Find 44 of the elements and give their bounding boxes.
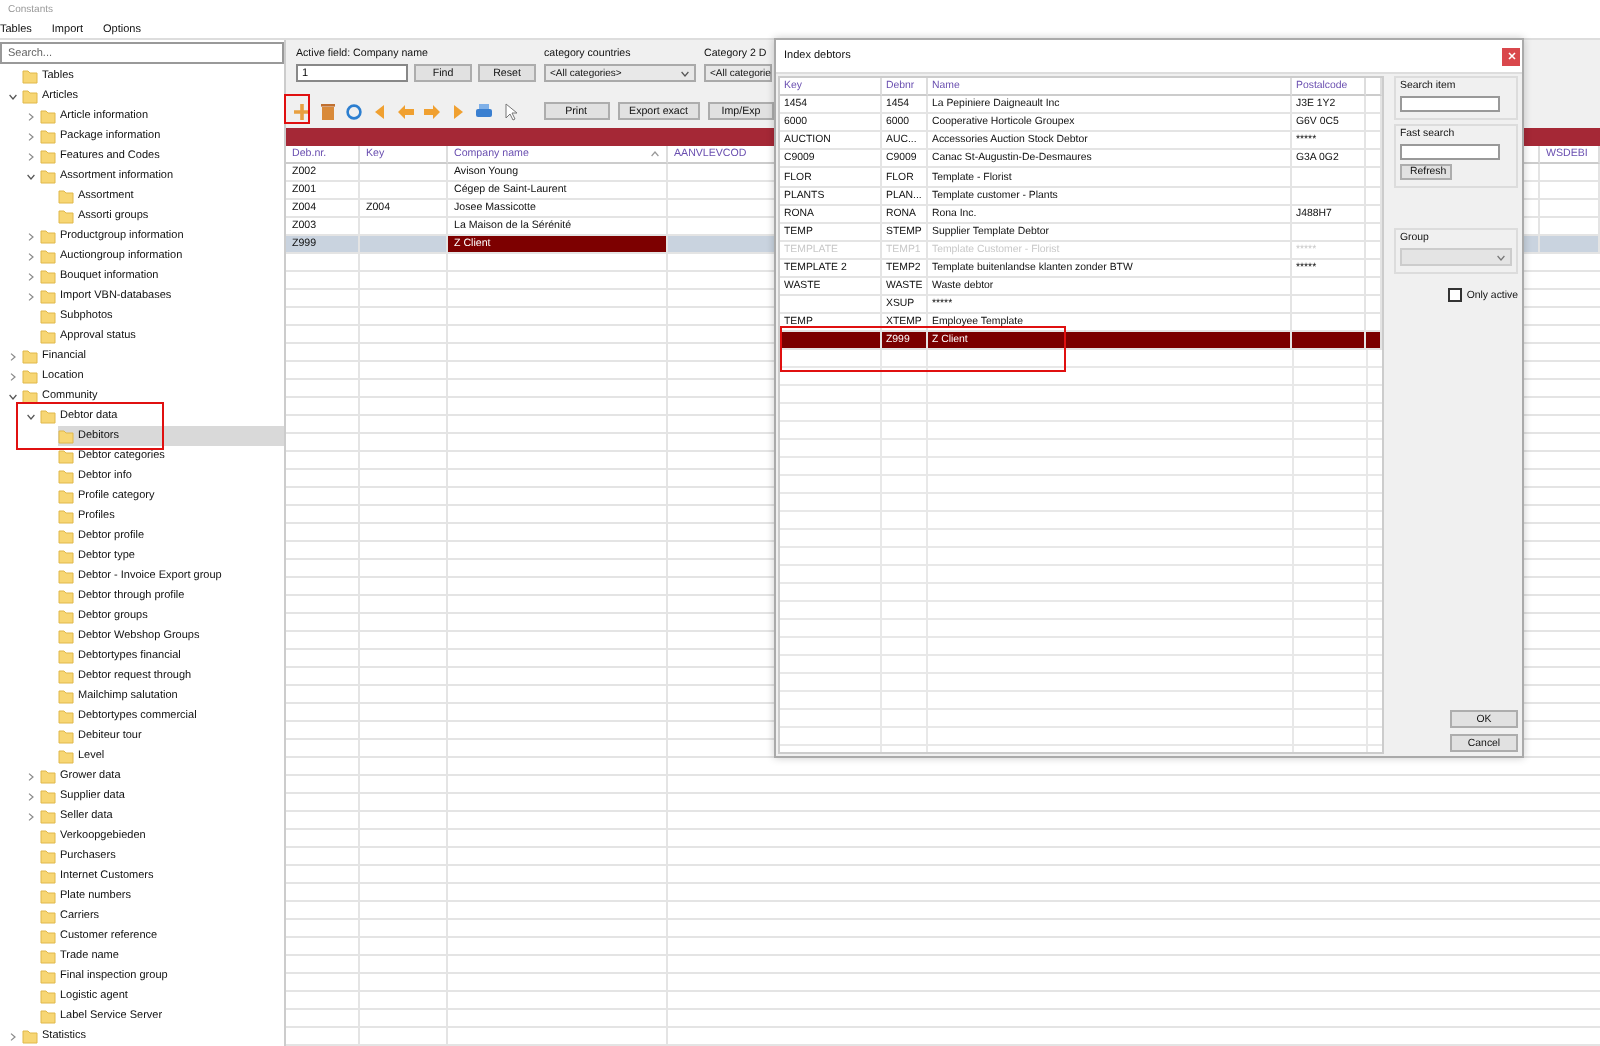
chevron-icon[interactable] [8, 351, 18, 361]
chevron-icon[interactable] [26, 171, 36, 181]
close-button[interactable] [1502, 47, 1520, 65]
chevron-icon[interactable] [26, 231, 36, 241]
cursor-icon[interactable] [500, 101, 520, 121]
chevron-icon[interactable] [26, 291, 36, 301]
chevron-icon[interactable] [26, 271, 36, 281]
table-cell [1292, 223, 1366, 242]
table-cell [780, 332, 882, 351]
chevron-icon[interactable] [26, 131, 36, 141]
chevron-icon[interactable] [26, 771, 36, 781]
chevron-icon[interactable] [26, 811, 36, 821]
printer-icon[interactable] [474, 101, 494, 121]
chevron-icon[interactable] [26, 411, 36, 421]
table-cell [1292, 168, 1366, 188]
trash-icon[interactable] [318, 101, 338, 121]
arrow-left-icon[interactable] [396, 101, 416, 121]
refresh-icon[interactable] [344, 101, 364, 121]
highlight-frame [284, 94, 310, 124]
chevron-icon[interactable] [26, 151, 36, 161]
table-cell [1292, 332, 1366, 351]
table-cell [1292, 278, 1366, 297]
chevron-icon[interactable] [8, 391, 18, 401]
table-cell [1292, 187, 1366, 206]
table-cell [360, 164, 448, 182]
table-cell [780, 296, 882, 315]
chevron-icon[interactable] [26, 111, 36, 121]
chevron-icon[interactable] [26, 791, 36, 801]
sort-caret-icon [650, 150, 660, 158]
chevron-icon[interactable] [8, 91, 18, 101]
input-field[interactable] [1400, 144, 1500, 160]
close-icon [1507, 52, 1515, 60]
table-cell [1292, 296, 1366, 315]
add-icon[interactable] [292, 101, 312, 121]
table-cell [360, 182, 448, 200]
caret-icon [1496, 253, 1506, 261]
arrow-right-icon[interactable] [422, 101, 442, 121]
table-cell [360, 236, 448, 254]
chevron-icon[interactable] [8, 371, 18, 381]
chevron-icon[interactable] [8, 1031, 18, 1041]
chevron-icon[interactable] [26, 251, 36, 261]
caret-icon [680, 69, 690, 77]
input-field[interactable] [1400, 96, 1500, 112]
checkbox[interactable] [1448, 288, 1463, 302]
